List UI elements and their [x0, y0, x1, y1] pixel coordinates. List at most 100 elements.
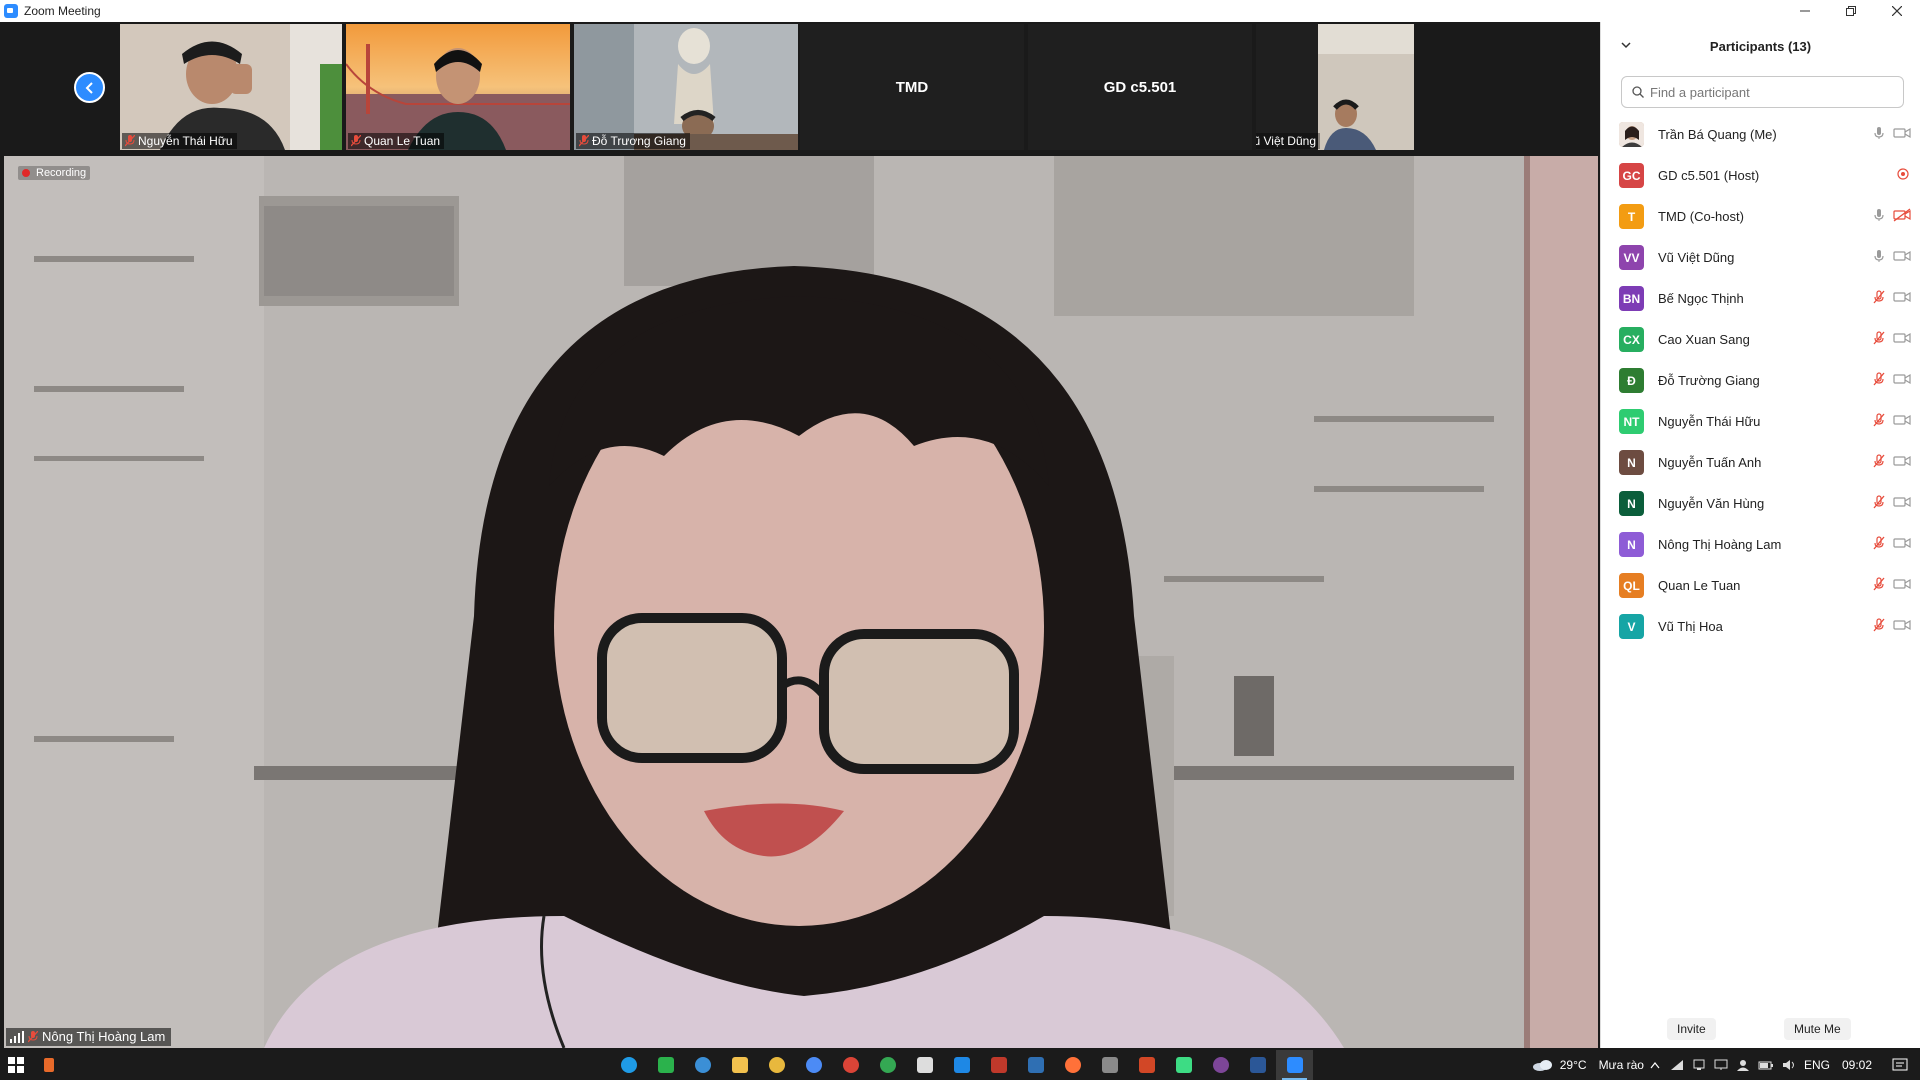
- video-icon[interactable]: [1893, 495, 1911, 509]
- windows-start-icon[interactable]: [8, 1057, 24, 1073]
- video-tile-gd-c5-501[interactable]: GD c5.501: [1028, 24, 1252, 150]
- video-icon[interactable]: [1893, 249, 1911, 263]
- participant-row[interactable]: NT Nguyễn Thái Hữu: [1601, 401, 1920, 442]
- taskbar-app-button[interactable]: [647, 1050, 684, 1080]
- video-icon[interactable]: [1893, 536, 1911, 550]
- mic-muted-icon[interactable]: [1873, 372, 1885, 386]
- participant-row[interactable]: Trần Bá Quang (Me): [1601, 114, 1920, 155]
- video-icon[interactable]: [1893, 331, 1911, 345]
- participant-search[interactable]: [1621, 76, 1904, 108]
- taskbar-app-button[interactable]: [610, 1050, 647, 1080]
- battery-icon[interactable]: [1758, 1059, 1774, 1071]
- participant-row[interactable]: CX Cao Xuan Sang: [1601, 319, 1920, 360]
- taskbar-app-button[interactable]: [1091, 1050, 1128, 1080]
- participant-status: [1873, 577, 1911, 591]
- display-icon[interactable]: [1714, 1059, 1728, 1071]
- vscode-icon: [953, 1057, 970, 1073]
- invite-button[interactable]: Invite: [1667, 1018, 1716, 1040]
- chevron-down-icon[interactable]: [1621, 40, 1631, 50]
- video-tile-do-truong-giang[interactable]: Đỗ Trương Giang: [574, 24, 798, 150]
- record-dot-icon: [22, 169, 30, 177]
- participant-row[interactable]: N Nông Thị Hoàng Lam: [1601, 524, 1920, 565]
- taskbar-app-button[interactable]: [795, 1050, 832, 1080]
- video-icon[interactable]: [1893, 454, 1911, 468]
- close-button[interactable]: [1874, 0, 1920, 22]
- language-indicator[interactable]: ENG: [1804, 1058, 1830, 1072]
- participant-row[interactable]: V Vũ Thị Hoa: [1601, 606, 1920, 647]
- meeting-area: Nguyễn Thái Hữu Quan Le Tuan Đỗ Trương G…: [0, 22, 1600, 1048]
- participant-row[interactable]: GC GD c5.501 (Host): [1601, 155, 1920, 196]
- active-speaker-video[interactable]: Recording Nông Thị Hoàng Lam: [4, 156, 1598, 1048]
- screen-share-icon[interactable]: [1895, 167, 1911, 181]
- participant-avatar: N: [1619, 450, 1644, 475]
- taskbar-app-button[interactable]: [832, 1050, 869, 1080]
- participant-row[interactable]: QL Quan Le Tuan: [1601, 565, 1920, 606]
- pinned-app-icon[interactable]: [44, 1058, 54, 1072]
- people-icon[interactable]: [1736, 1059, 1750, 1071]
- weather-text[interactable]: Mưa rào: [1599, 1058, 1644, 1072]
- video-off-icon[interactable]: [1893, 208, 1911, 222]
- video-icon[interactable]: [1893, 577, 1911, 591]
- clock[interactable]: 09:02: [1842, 1058, 1872, 1072]
- participant-row[interactable]: BN Bế Ngọc Thịnh: [1601, 278, 1920, 319]
- participant-name: Nguyễn Văn Hùng: [1658, 496, 1765, 511]
- mic-muted-icon[interactable]: [1873, 413, 1885, 427]
- taskbar-app-button[interactable]: [684, 1050, 721, 1080]
- notifications-icon[interactable]: [1892, 1058, 1908, 1072]
- weather-temp[interactable]: 29°C: [1560, 1058, 1587, 1072]
- video-tile-quan-le-tuan[interactable]: Quan Le Tuan: [346, 24, 570, 150]
- taskbar-app-button[interactable]: [758, 1050, 795, 1080]
- mic-icon[interactable]: [1873, 126, 1885, 140]
- participant-avatar: V: [1619, 614, 1644, 639]
- participant-avatar: CX: [1619, 327, 1644, 352]
- mic-muted-icon[interactable]: [1873, 290, 1885, 304]
- mic-muted-icon[interactable]: [1873, 536, 1885, 550]
- mic-muted-icon[interactable]: [1873, 495, 1885, 509]
- video-icon[interactable]: [1893, 372, 1911, 386]
- video-icon[interactable]: [1893, 290, 1911, 304]
- search-input[interactable]: [1650, 84, 1890, 100]
- taskbar-app-button[interactable]: [1017, 1050, 1054, 1080]
- mute-me-button[interactable]: Mute Me: [1784, 1018, 1851, 1040]
- taskbar-app-button[interactable]: [1165, 1050, 1202, 1080]
- taskbar-app-button[interactable]: [869, 1050, 906, 1080]
- taskbar-app-button[interactable]: [1054, 1050, 1091, 1080]
- taskbar-app-button[interactable]: [721, 1050, 758, 1080]
- device-icon[interactable]: [1692, 1059, 1706, 1071]
- previous-page-button[interactable]: [74, 72, 105, 103]
- participant-row[interactable]: N Nguyễn Tuấn Anh: [1601, 442, 1920, 483]
- mic-muted-icon[interactable]: [1873, 331, 1885, 345]
- chevron-up-icon[interactable]: [1650, 1061, 1660, 1069]
- video-tile-tmd[interactable]: TMD: [800, 24, 1024, 150]
- taskbar-app-button[interactable]: [1202, 1050, 1239, 1080]
- taskbar-app-button[interactable]: [980, 1050, 1017, 1080]
- mic-muted-icon[interactable]: [1873, 618, 1885, 632]
- video-tile-vu-viet-dung[interactable]: Vũ Việt Dũng: [1256, 24, 1414, 150]
- volume-icon[interactable]: [1782, 1059, 1798, 1071]
- video-icon[interactable]: [1893, 126, 1911, 140]
- video-tile-nguyen-thai-huu[interactable]: Nguyễn Thái Hữu: [120, 24, 342, 150]
- participant-row[interactable]: N Nguyễn Văn Hùng: [1601, 483, 1920, 524]
- mic-muted-icon[interactable]: [1873, 454, 1885, 468]
- participant-row[interactable]: Đ Đỗ Trường Giang: [1601, 360, 1920, 401]
- recording-indicator: Recording: [18, 166, 91, 180]
- video-icon[interactable]: [1893, 618, 1911, 632]
- taskbar-app-button[interactable]: [906, 1050, 943, 1080]
- mic-icon[interactable]: [1873, 249, 1885, 263]
- participant-row[interactable]: T TMD (Co-host): [1601, 196, 1920, 237]
- video-icon[interactable]: [1893, 413, 1911, 427]
- minimize-button[interactable]: [1782, 0, 1828, 22]
- speaker-video-frame: [4, 156, 1598, 1048]
- taskbar-app-button[interactable]: [1128, 1050, 1165, 1080]
- restore-button[interactable]: [1828, 0, 1874, 22]
- taskbar-app-button[interactable]: [1239, 1050, 1276, 1080]
- mic-icon[interactable]: [1873, 208, 1885, 222]
- participants-footer: Invite Mute Me: [1601, 1012, 1920, 1048]
- network-icon[interactable]: [1670, 1059, 1684, 1071]
- taskbar-app-button[interactable]: [1276, 1050, 1313, 1080]
- mic-muted-icon[interactable]: [1873, 577, 1885, 591]
- speaker-name-label: Nông Thị Hoàng Lam: [6, 1028, 172, 1046]
- taskbar-app-button[interactable]: [943, 1050, 980, 1080]
- minimize-icon: [1800, 10, 1810, 12]
- participant-row[interactable]: VV Vũ Việt Dũng: [1601, 237, 1920, 278]
